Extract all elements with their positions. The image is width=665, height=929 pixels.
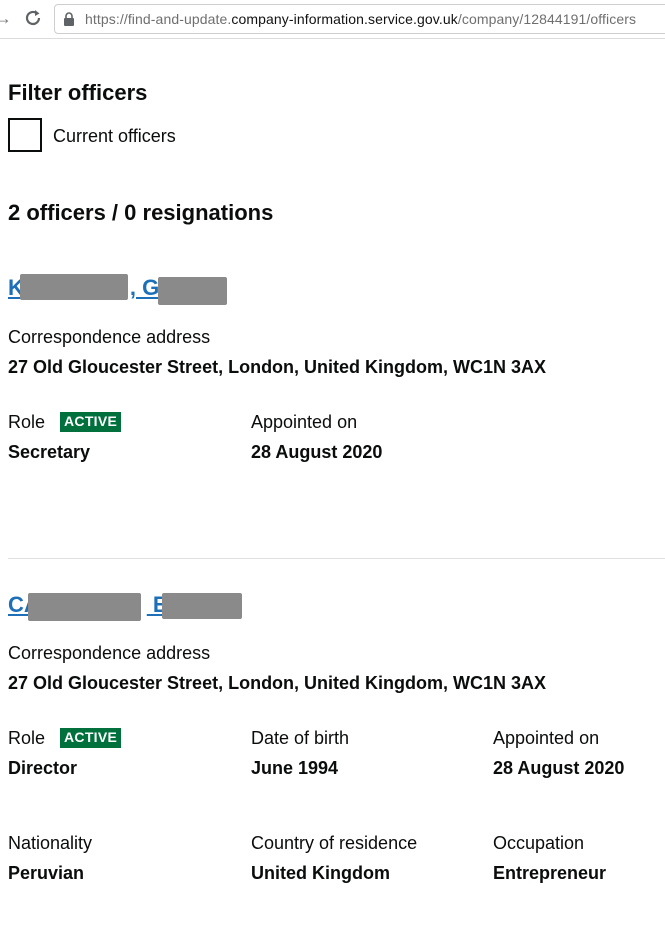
reload-icon[interactable] bbox=[22, 7, 44, 29]
url-prefix: https://find-and-update. bbox=[85, 11, 232, 27]
officer-2-role-label: Role bbox=[8, 728, 46, 748]
officer-2-residence: United Kingdom bbox=[251, 863, 390, 883]
officer-2-dob-label: Date of birth bbox=[251, 728, 350, 748]
url-path: /company/12844191/officers bbox=[457, 11, 637, 27]
officer-2-dob: June 1994 bbox=[251, 758, 339, 778]
officer-1-address-label: Correspondence address bbox=[8, 327, 211, 347]
redaction-block bbox=[162, 593, 242, 619]
officer-2-appointed: 28 August 2020 bbox=[493, 758, 625, 778]
officer-1-name-mid: , G bbox=[129, 275, 160, 300]
officer-count-heading: 2 officers / 0 resignations bbox=[8, 200, 274, 225]
officer-1-appointed: 28 August 2020 bbox=[251, 442, 383, 462]
redaction-block bbox=[20, 274, 128, 300]
status-badge: ACTIVE bbox=[60, 412, 122, 432]
officer-1-role-label: Role bbox=[8, 412, 46, 432]
current-officers-label[interactable]: Current officers bbox=[53, 126, 176, 147]
status-badge: ACTIVE bbox=[60, 728, 122, 748]
officer-2-occupation: Entrepreneur bbox=[493, 863, 607, 883]
address-bar[interactable]: https://find-and-update.company-informat… bbox=[54, 4, 665, 34]
redaction-block bbox=[158, 277, 227, 305]
officer-2-nationality: Peruvian bbox=[8, 863, 85, 883]
officer-1-appointed-label: Appointed on bbox=[251, 412, 358, 432]
officer-1-role: Secretary bbox=[8, 442, 91, 462]
officer-2-residence-label: Country of residence bbox=[251, 833, 418, 853]
officer-1-address: 27 Old Gloucester Street, London, United… bbox=[8, 357, 547, 377]
current-officers-checkbox[interactable] bbox=[8, 118, 42, 152]
forward-arrow-icon[interactable]: → bbox=[0, 8, 12, 28]
url-text: https://find-and-update.company-informat… bbox=[85, 11, 636, 27]
officer-2-address: 27 Old Gloucester Street, London, United… bbox=[8, 673, 547, 693]
lock-icon bbox=[64, 12, 74, 26]
officer-2-nationality-label: Nationality bbox=[8, 833, 93, 853]
officer-2-appointed-label: Appointed on bbox=[493, 728, 600, 748]
officer-2-address-label: Correspondence address bbox=[8, 643, 211, 663]
officer-2-occupation-label: Occupation bbox=[493, 833, 585, 853]
filter-heading: Filter officers bbox=[8, 80, 148, 105]
officer-divider bbox=[8, 558, 665, 559]
url-domain: company-information.service.gov.uk bbox=[231, 11, 458, 27]
officer-2-role: Director bbox=[8, 758, 78, 778]
browser-toolbar: → https://find-and-update.company-inform… bbox=[0, 0, 665, 39]
redaction-block bbox=[28, 593, 141, 621]
